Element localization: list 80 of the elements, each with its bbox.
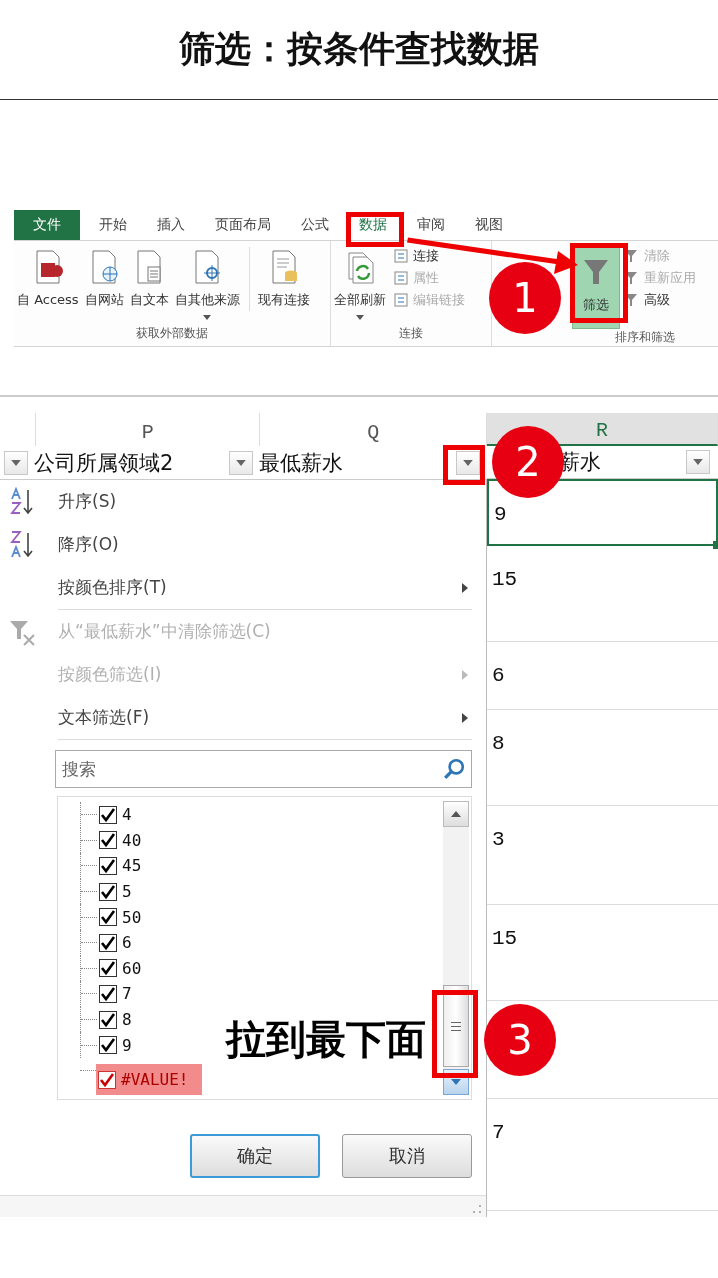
filter-dropdown-button[interactable] [4, 450, 28, 475]
ribbon-tab[interactable]: 公式 [290, 210, 340, 240]
group-label: 连接 [398, 325, 424, 342]
page-title: 筛选：按条件查找数据 [0, 0, 718, 100]
ribbon-tab[interactable]: 开始 [88, 210, 138, 240]
ribbon-tab[interactable]: 视图 [464, 210, 514, 240]
table-cell: 15 [487, 546, 718, 642]
column-header[interactable]: P [35, 413, 261, 446]
highlight-frame [346, 212, 404, 247]
scroll-up-button[interactable] [443, 801, 469, 827]
group-label: 获取外部数据 [135, 325, 209, 342]
table-cell: 6 [487, 642, 718, 710]
ribbon-tab[interactable]: 页面布局 [204, 210, 282, 240]
checkbox[interactable] [98, 1070, 116, 1089]
filter-dropdown-button[interactable] [229, 450, 253, 475]
up-arrow-icon [451, 811, 461, 817]
group-label: 排序和筛选 [614, 329, 676, 346]
checkbox[interactable] [99, 959, 117, 978]
search-field[interactable]: 搜索 [55, 750, 472, 788]
value-option[interactable]: 8 [97, 1008, 136, 1032]
ribbon-button[interactable]: 全部刷新 [331, 247, 389, 322]
table-cell: 7 [487, 1099, 718, 1211]
header-cell-text: 最低薪水 [259, 449, 343, 477]
filter-dropdown-button[interactable] [686, 450, 710, 474]
step-number-badge: 2 [492, 426, 564, 498]
scroll-thumb[interactable] [443, 985, 469, 1067]
header-cell-text: 公司所属领域2 [34, 449, 174, 477]
highlight-frame [443, 445, 485, 485]
ribbon-button[interactable]: 高级 [624, 291, 696, 309]
ok-button[interactable]: 确定 [190, 1134, 320, 1178]
ribbon-button[interactable]: 连接 [393, 247, 465, 265]
caret-icon [693, 459, 703, 465]
menu-item[interactable]: 降序(O) [0, 523, 486, 566]
checkbox[interactable] [99, 1010, 117, 1029]
value-option[interactable]: 40 [97, 828, 146, 852]
value-option[interactable]: 4 [97, 803, 136, 827]
menu-item[interactable]: 升序(S) [0, 480, 486, 523]
submenu-arrow-icon [462, 669, 468, 680]
resize-grip-icon[interactable] [472, 1204, 482, 1214]
checkbox[interactable] [99, 805, 117, 824]
value-option[interactable]: 6 [97, 931, 136, 955]
caret-icon [236, 459, 246, 466]
ribbon-button[interactable]: 自网站 [81, 247, 127, 311]
checkbox[interactable] [99, 933, 117, 952]
value-option[interactable]: 7 [97, 982, 136, 1006]
ribbon-tab[interactable]: 插入 [146, 210, 196, 240]
value-option[interactable]: 5 [97, 880, 136, 904]
column-header[interactable]: Q [260, 413, 487, 446]
submenu-arrow-icon [462, 582, 468, 593]
ribbon-button[interactable]: 自文本 [126, 247, 172, 311]
caret-icon [356, 315, 364, 320]
checkbox[interactable] [99, 908, 117, 927]
ribbon-tab[interactable]: 审阅 [406, 210, 456, 240]
search-icon [443, 758, 465, 780]
checkbox[interactable] [99, 1036, 117, 1055]
value-option[interactable]: 45 [97, 854, 146, 878]
caret-icon [11, 459, 21, 466]
caret-icon [203, 315, 212, 320]
menu-item[interactable]: 按颜色排序(T) [0, 566, 486, 609]
ribbon-button[interactable]: 自其他来源 [171, 247, 243, 322]
step-number-badge: 3 [484, 1004, 556, 1076]
menu-item[interactable]: 文本筛选(F) [0, 696, 486, 739]
table-cell: 3 [487, 806, 718, 905]
checkbox[interactable] [99, 882, 117, 901]
table-cell: 8 [487, 710, 718, 806]
checkbox[interactable] [99, 831, 117, 850]
cancel-button[interactable]: 取消 [342, 1134, 472, 1178]
ribbon-tab[interactable]: 文件 [14, 210, 80, 240]
ribbon-button[interactable]: 现有连接 [248, 247, 313, 311]
down-arrow-icon [451, 1079, 461, 1085]
caret-icon [463, 459, 473, 466]
checkbox[interactable] [99, 984, 117, 1003]
filter-dropdown-button[interactable] [456, 450, 480, 475]
checkbox[interactable] [99, 857, 117, 875]
table-cell: 15 [487, 905, 718, 1001]
ribbon-button[interactable]: 自 Access [14, 247, 82, 311]
value-option[interactable]: 9 [97, 1033, 136, 1057]
value-option[interactable]: 50 [97, 905, 146, 929]
submenu-arrow-icon [462, 712, 468, 723]
value-option[interactable]: 60 [97, 956, 146, 980]
